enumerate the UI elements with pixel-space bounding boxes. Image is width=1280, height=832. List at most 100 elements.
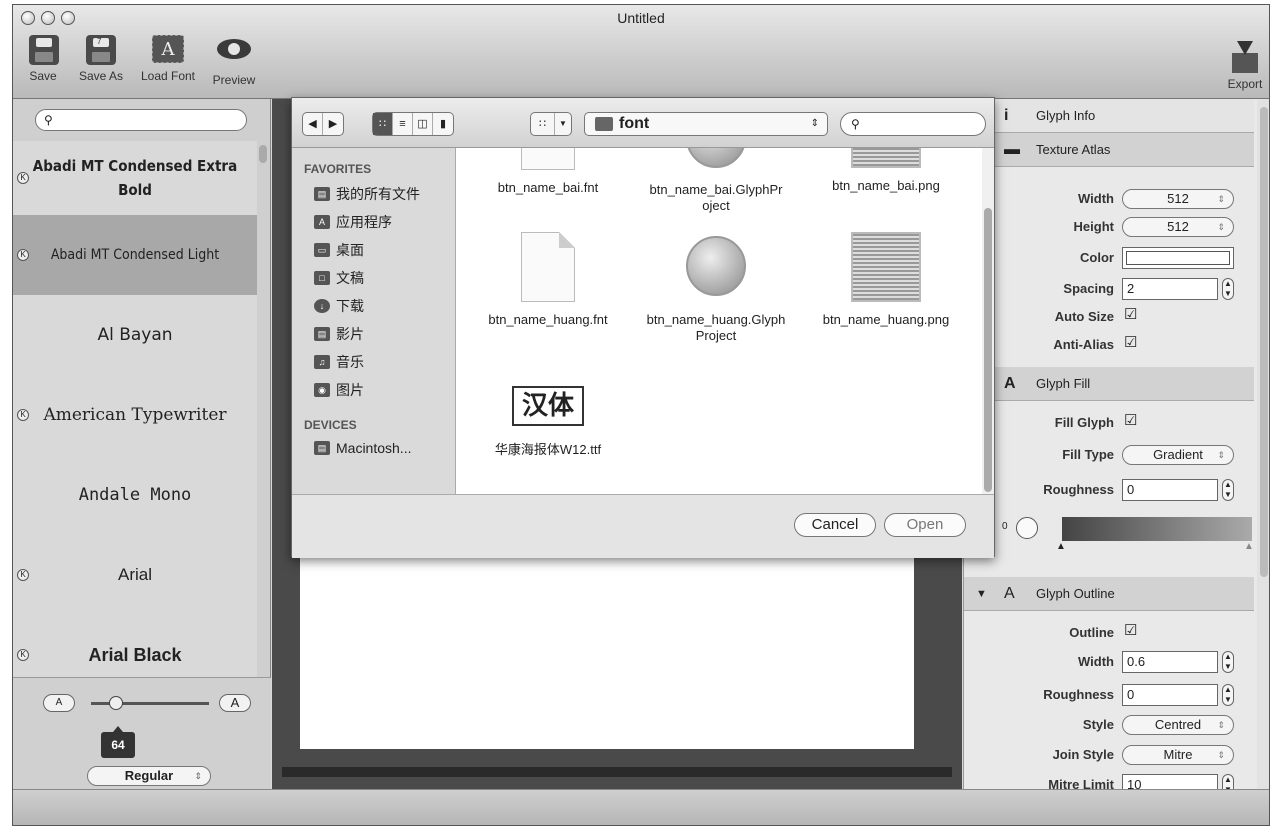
outline-roughness-field[interactable]: 0 [1122,684,1218,706]
load-font-label: Load Font [140,69,196,83]
glyph-fill-header[interactable]: A Glyph Fill [964,367,1254,401]
save-as-button[interactable]: 7 Save As [71,35,131,83]
gradient-editor[interactable] [1062,517,1252,541]
font-k-icon: K [17,172,29,184]
glyph-outline-header[interactable]: ▼ A Glyph Outline [964,577,1254,611]
path-popup[interactable]: font ⇕ [584,112,828,136]
sidebar-item-movies[interactable]: ▤ 影片 [314,324,364,344]
file-item[interactable]: btn_name_bai.GlyphProject [636,148,796,214]
outline-width-stepper[interactable]: ▲ ▼ [1222,651,1234,673]
style-popup[interactable]: Regular ⇕ [87,766,211,786]
font-list-scrollbar[interactable] [259,145,267,163]
glyph-info-header[interactable]: i Glyph Info [964,99,1254,133]
sidebar-item-documents[interactable]: □ 文稿 [314,268,364,288]
font-item[interactable]: Al Bayan [13,295,257,375]
font-item-selected[interactable]: K Abadi MT Condensed Light [13,215,257,295]
file-item[interactable]: btn_name_huang.fnt [468,232,628,328]
increase-size-button[interactable]: A [219,694,251,712]
size-slider-knob[interactable] [109,696,123,710]
updown-arrows-icon: ⇕ [1217,222,1225,232]
font-list[interactable]: K Abadi MT Condensed Extra Bold K Abadi … [13,141,257,677]
view-mode-control[interactable]: ∷ ≡ ◫ ▮ [372,112,454,136]
fill-type-popup[interactable]: Gradient ⇕ [1122,445,1234,465]
size-controls: A A 64 Regular ⇕ [13,677,271,789]
export-button[interactable]: Export [1225,41,1265,91]
save-icon [29,35,59,65]
load-font-button[interactable]: A Load Font [135,35,201,83]
font-item[interactable]: K Abadi MT Condensed Extra Bold [13,141,257,215]
font-k-icon: K [17,569,29,581]
gradient-stop-left[interactable]: ▲ [1056,541,1066,552]
font-search-input[interactable]: ⚲ [35,109,247,131]
eye-icon [217,39,251,59]
list-view-icon[interactable]: ≡ [393,113,413,135]
preview-label: Preview [212,73,256,87]
fill-glyph-checkbox[interactable]: ☑ [1124,413,1137,429]
sidebar-item-macintosh[interactable]: ▤ Macintosh... [314,440,411,456]
auto-size-checkbox[interactable]: ☑ [1124,307,1137,323]
file-item[interactable]: btn_name_huang.png [806,232,966,328]
sidebar-item-music[interactable]: ♫ 音乐 [314,352,364,372]
spacing-field[interactable]: 2 [1122,278,1218,300]
outline-width-field[interactable]: 0.6 [1122,651,1218,673]
folder-icon [595,117,613,131]
sidebar-item-pictures[interactable]: ◉ 图片 [314,380,364,400]
column-view-icon[interactable]: ◫ [413,113,433,135]
disclosure-triangle-icon[interactable]: ▼ [976,577,987,611]
dialog-search-input[interactable]: ⚲ [840,112,986,136]
texture-atlas-header[interactable]: ▬ Texture Atlas [964,133,1254,167]
sidebar-item-downloads[interactable]: ↓ 下载 [314,296,364,316]
gradient-stop-right[interactable]: ▲ [1244,541,1254,552]
decrease-size-button[interactable]: A [43,694,75,712]
forward-icon[interactable]: ▶ [323,113,343,135]
font-name: Abadi MT Condensed Extra Bold [32,157,238,199]
gradient-angle-dial[interactable] [1016,517,1038,539]
file-item[interactable]: btn_name_huang.GlyphProject [636,232,796,344]
file-item[interactable]: btn_name_bai.png [806,148,966,194]
sidebar-item-desktop[interactable]: ▭ 桌面 [314,240,364,260]
outline-style-popup[interactable]: Centred ⇕ [1122,715,1234,735]
fill-roughness-stepper[interactable]: ▲ ▼ [1222,479,1234,501]
hard-drive-icon: ▤ [314,441,330,455]
spacing-stepper[interactable]: ▲ ▼ [1222,278,1234,300]
dialog-toolbar: ◀ ▶ ∷ ≡ ◫ ▮ ∷ ▼ font ⇕ ⚲ [292,98,994,148]
sidebar-item-all-files[interactable]: ▤ 我的所有文件 [314,184,420,204]
arrange-menu[interactable]: ∷ ▼ [530,112,572,136]
color-well[interactable] [1122,247,1234,269]
font-item[interactable]: K Arial [13,535,257,615]
status-bar [13,789,1269,825]
file-browser-scrollbar[interactable] [982,148,994,494]
save-button[interactable]: Save [27,35,59,83]
open-button[interactable]: Open [884,513,966,537]
font-item[interactable]: K American Typewriter [13,375,257,455]
anti-alias-checkbox[interactable]: ☑ [1124,335,1137,351]
fill-roughness-field[interactable]: 0 [1122,479,1218,501]
font-k-icon: K [17,649,29,661]
font-file-thumbnail: 汉体 [512,386,584,426]
font-item[interactable]: Andale Mono [13,455,257,535]
pictures-icon: ◉ [314,383,330,397]
join-style-popup[interactable]: Mitre ⇕ [1122,745,1234,765]
updown-arrows-icon: ⇕ [1217,750,1225,760]
coverflow-view-icon[interactable]: ▮ [433,113,453,135]
cancel-button[interactable]: Cancel [794,513,876,537]
outline-roughness-stepper[interactable]: ▲ ▼ [1222,684,1234,706]
search-icon: ⚲ [44,113,53,127]
font-k-icon: K [17,409,29,421]
inspector-panel: i Glyph Info ▬ Texture Atlas Width 512 ⇕ He… [963,99,1257,796]
back-icon[interactable]: ◀ [303,113,323,135]
fill-a-icon: A [1004,375,1016,392]
font-item[interactable]: K Arial Black [13,615,257,677]
downloads-icon: ↓ [314,299,330,313]
width-popup[interactable]: 512 ⇕ [1122,189,1234,209]
preview-button[interactable]: Preview [207,35,261,87]
outline-checkbox[interactable]: ☑ [1124,623,1137,639]
sidebar-item-applications[interactable]: A 应用程序 [314,212,392,232]
inspector-scrollbar[interactable] [1257,99,1269,789]
icon-view-icon[interactable]: ∷ [373,113,393,135]
file-item[interactable]: 汉体 华康海报体W12.ttf [468,378,628,458]
file-item[interactable]: btn_name_bai.fnt [468,148,628,196]
back-forward-control[interactable]: ◀ ▶ [302,112,344,136]
height-popup[interactable]: 512 ⇕ [1122,217,1234,237]
gradient-angle-value: 0 [1002,521,1008,532]
